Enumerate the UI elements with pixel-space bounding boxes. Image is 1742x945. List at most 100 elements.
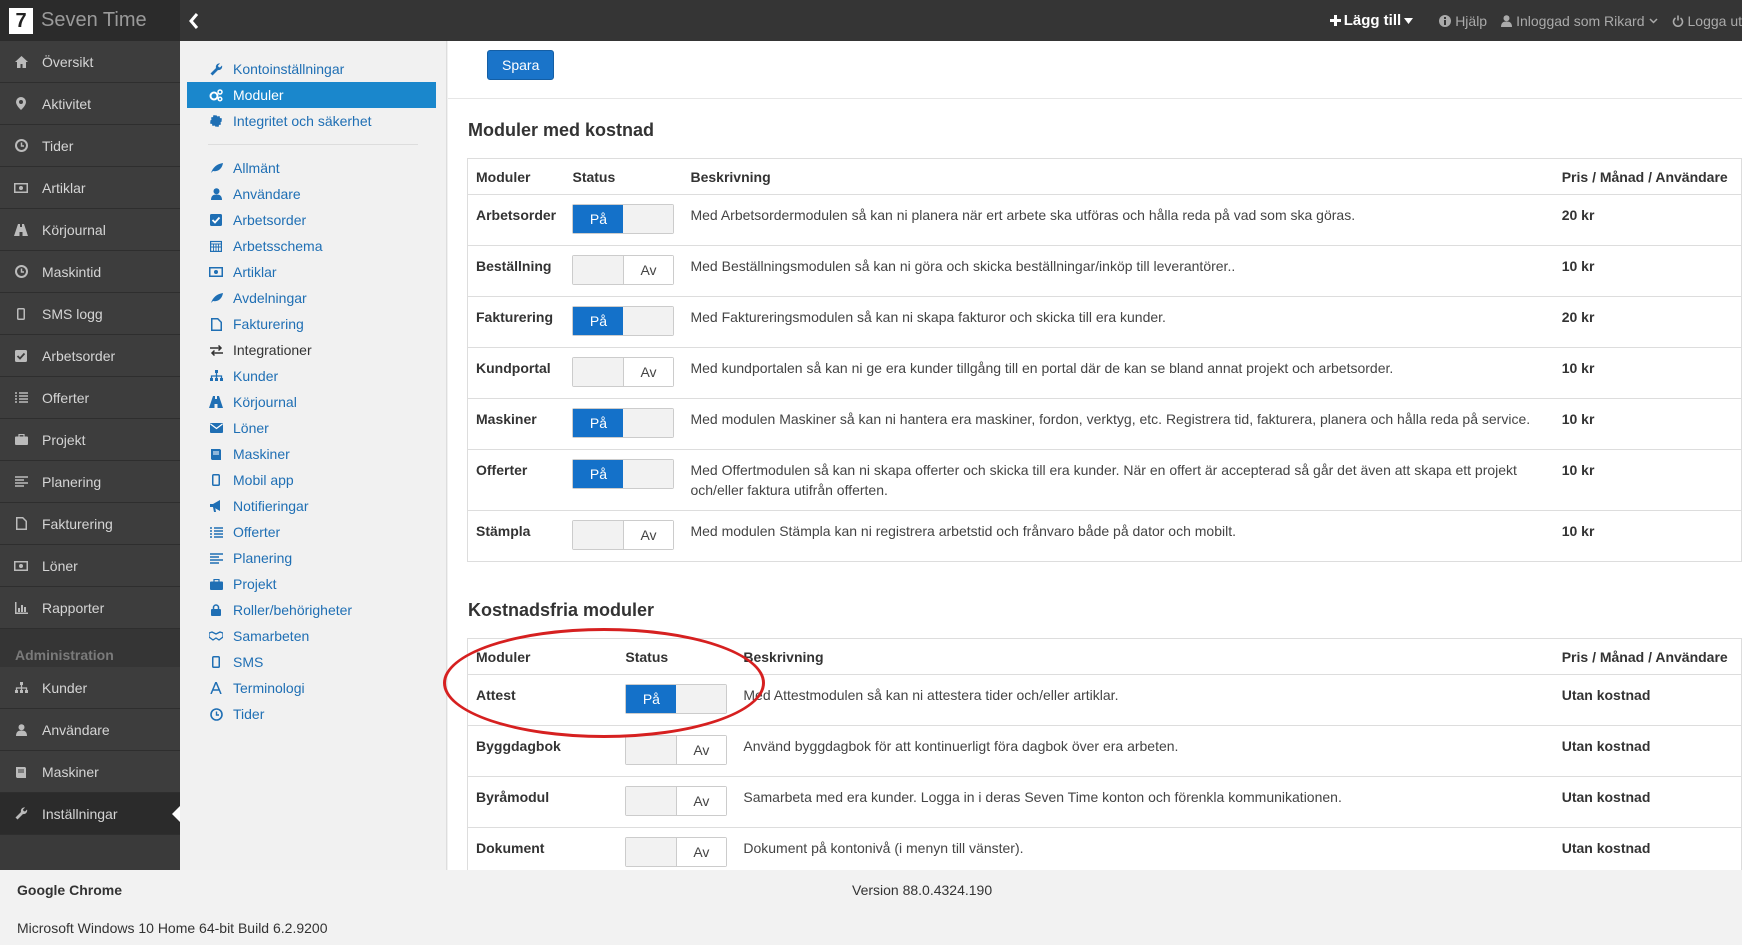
browser-version: Version 88.0.4324.190 bbox=[852, 882, 993, 898]
module-price: 10 kr bbox=[1553, 449, 1742, 511]
settings-menu: Kontoinställningar Moduler Integritet oc… bbox=[180, 41, 447, 870]
settings-item-offerter[interactable]: Offerter bbox=[187, 519, 436, 545]
help-link[interactable]: Hjälp bbox=[1439, 13, 1487, 29]
sidebar-item-label: Översikt bbox=[42, 53, 94, 70]
module-status-toggle[interactable]: Av bbox=[625, 735, 728, 765]
save-bar: Spara bbox=[448, 41, 1742, 99]
money-icon bbox=[14, 181, 28, 195]
settings-item-label: Användare bbox=[233, 186, 301, 202]
module-price: 10 kr bbox=[1553, 245, 1742, 297]
sidebar-item-loner[interactable]: Löner bbox=[0, 545, 180, 587]
brand[interactable]: 7 Seven Time bbox=[0, 0, 180, 41]
column-header: Beskrivning bbox=[735, 638, 1554, 675]
module-name: Kundportal bbox=[467, 347, 565, 399]
sidebar-item-oversikt[interactable]: Översikt bbox=[0, 41, 180, 83]
module-status-toggle[interactable]: Av bbox=[572, 520, 675, 550]
settings-item-samarbeten[interactable]: Samarbeten bbox=[187, 623, 436, 649]
user-menu[interactable]: Inloggad som Rikard bbox=[1501, 13, 1658, 29]
module-status-toggle[interactable]: Av bbox=[625, 786, 728, 816]
module-name: Beställning bbox=[467, 245, 565, 297]
module-status-toggle[interactable]: Av bbox=[572, 255, 675, 285]
settings-item-arbetsorder[interactable]: Arbetsorder bbox=[187, 207, 436, 233]
power-icon bbox=[1672, 15, 1683, 27]
settings-item-fakturering[interactable]: Fakturering bbox=[187, 311, 436, 337]
chevron-down-icon bbox=[1648, 17, 1658, 24]
sidebar-item-label: Projekt bbox=[42, 431, 86, 448]
free-modules-title: Kostnadsfria moduler bbox=[468, 600, 655, 620]
sidebar-item-fakturering[interactable]: Fakturering bbox=[0, 503, 180, 545]
sidebar-item-anvandare[interactable]: Användare bbox=[0, 709, 180, 751]
settings-item-loner[interactable]: Löner bbox=[187, 415, 436, 441]
sidebar-item-korjournal[interactable]: Körjournal bbox=[0, 209, 180, 251]
chevron-left-icon bbox=[189, 12, 199, 29]
toggle-off-label bbox=[623, 205, 674, 233]
settings-item-artiklar[interactable]: Artiklar bbox=[187, 259, 436, 285]
module-status-toggle[interactable]: På bbox=[572, 459, 675, 489]
sidebar-item-maskintid[interactable]: Maskintid bbox=[0, 251, 180, 293]
module-name: Byggdagbok bbox=[467, 725, 618, 777]
add-menu-button[interactable]: Lägg till bbox=[1329, 12, 1414, 29]
module-status-toggle[interactable]: På bbox=[625, 684, 728, 714]
settings-item-integritet[interactable]: Integritet och säkerhet bbox=[187, 108, 436, 134]
settings-item-terminologi[interactable]: Terminologi bbox=[187, 675, 436, 701]
settings-item-kontoinstallningar[interactable]: Kontoinställningar bbox=[187, 56, 436, 82]
settings-item-label: Maskiner bbox=[233, 446, 290, 462]
save-button[interactable]: Spara bbox=[487, 50, 555, 80]
settings-item-label: Fakturering bbox=[233, 316, 304, 332]
sidebar-item-kunder[interactable]: Kunder bbox=[0, 667, 180, 709]
module-status-toggle[interactable]: Av bbox=[572, 357, 675, 387]
logout-link[interactable]: Logga ut bbox=[1672, 13, 1742, 29]
toggle-on-label bbox=[626, 736, 677, 764]
sidebar-item-label: Löner bbox=[42, 557, 78, 574]
settings-item-label: Kontoinställningar bbox=[233, 61, 345, 77]
settings-item-roller[interactable]: Roller/behörigheter bbox=[187, 597, 436, 623]
toggle-on-label bbox=[573, 521, 624, 549]
module-row: Dokument Av Dokument på kontonivå (i menyn… bbox=[467, 827, 1742, 870]
module-status-toggle[interactable]: Av bbox=[625, 837, 728, 867]
sidebar-item-artiklar[interactable]: Artiklar bbox=[0, 167, 180, 209]
user-icon bbox=[14, 723, 28, 737]
settings-item-integrationer[interactable]: Integrationer bbox=[187, 337, 436, 363]
column-header: Beskrivning bbox=[682, 158, 1554, 195]
sidebar-item-rapporter[interactable]: Rapporter bbox=[0, 587, 180, 629]
sidebar-item-label: Rapporter bbox=[42, 599, 105, 616]
settings-item-anvandare[interactable]: Användare bbox=[187, 181, 436, 207]
settings-item-tider[interactable]: Tider bbox=[187, 701, 436, 727]
paid-modules-title: Moduler med kostnad bbox=[468, 120, 655, 140]
sidebar-item-aktivitet[interactable]: Aktivitet bbox=[0, 83, 180, 125]
sidebar-collapse-button[interactable] bbox=[182, 0, 206, 41]
module-status-toggle[interactable]: På bbox=[572, 204, 675, 234]
settings-item-notifieringar[interactable]: Notifieringar bbox=[187, 493, 436, 519]
settings-item-avdelningar[interactable]: Avdelningar bbox=[187, 285, 436, 311]
module-status-toggle[interactable]: På bbox=[572, 408, 675, 438]
sidebar-item-arbetsorder[interactable]: Arbetsorder bbox=[0, 335, 180, 377]
settings-item-allmant[interactable]: Allmänt bbox=[187, 155, 436, 181]
plus-icon bbox=[1329, 15, 1341, 26]
settings-item-projekt[interactable]: Projekt bbox=[187, 571, 436, 597]
settings-item-korjournal[interactable]: Körjournal bbox=[187, 389, 436, 415]
toggle-off-label bbox=[623, 307, 674, 335]
settings-item-sms[interactable]: SMS bbox=[187, 649, 436, 675]
sidebar-item-sms-logg[interactable]: SMS logg bbox=[0, 293, 180, 335]
module-row: Byråmodul Av Samarbeta med era kunder. Log… bbox=[467, 776, 1742, 828]
settings-item-label: Arbetsschema bbox=[233, 238, 323, 254]
module-status-cell: Av bbox=[564, 245, 683, 297]
app-name: Seven Time bbox=[41, 9, 147, 31]
settings-item-moduler[interactable]: Moduler bbox=[187, 82, 436, 108]
sidebar-item-offerter[interactable]: Offerter bbox=[0, 377, 180, 419]
leaf-icon bbox=[209, 291, 223, 305]
settings-item-label: Offerter bbox=[233, 524, 281, 540]
settings-item-kunder[interactable]: Kunder bbox=[187, 363, 436, 389]
settings-item-maskiner[interactable]: Maskiner bbox=[187, 441, 436, 467]
sidebar-item-maskiner[interactable]: Maskiner bbox=[0, 751, 180, 793]
settings-item-mobil-app[interactable]: Mobil app bbox=[187, 467, 436, 493]
settings-item-planering[interactable]: Planering bbox=[187, 545, 436, 571]
book-icon bbox=[209, 447, 223, 461]
settings-item-arbetsschema[interactable]: Arbetsschema bbox=[187, 233, 436, 259]
sidebar-item-installningar[interactable]: Inställningar bbox=[0, 793, 180, 835]
sidebar-item-tider[interactable]: Tider bbox=[0, 125, 180, 167]
toggle-off-label: Av bbox=[623, 358, 674, 386]
module-status-toggle[interactable]: På bbox=[572, 306, 675, 336]
sidebar-item-projekt[interactable]: Projekt bbox=[0, 419, 180, 461]
sidebar-item-planering[interactable]: Planering bbox=[0, 461, 180, 503]
